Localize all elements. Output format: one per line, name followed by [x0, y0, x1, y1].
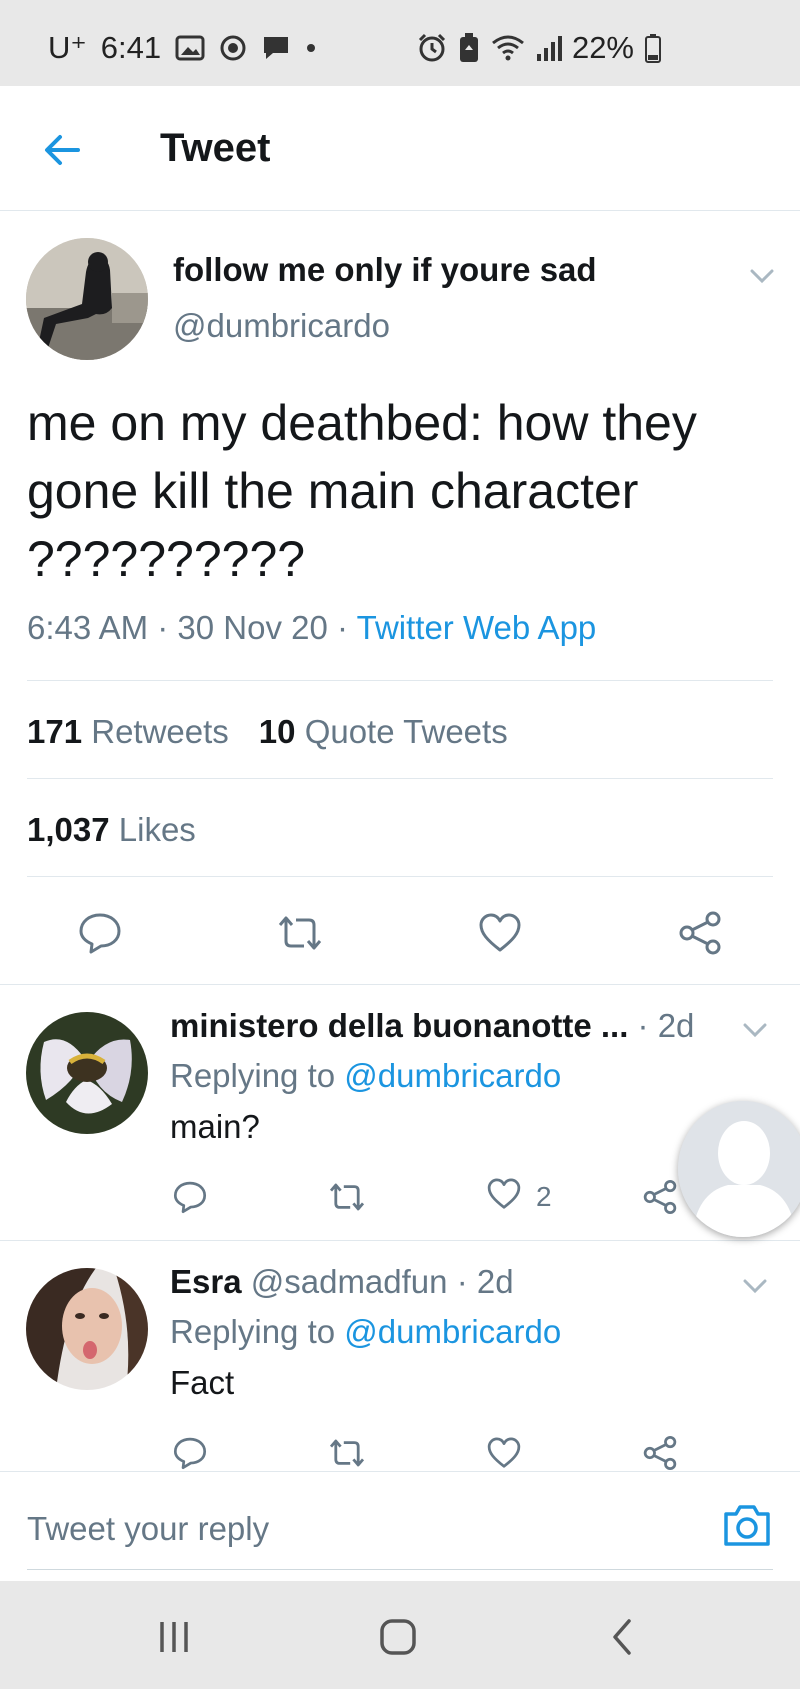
page-title: Tweet [160, 126, 271, 170]
like-icon[interactable] [486, 1433, 522, 1473]
chevron-down-icon[interactable] [738, 1269, 772, 1303]
author-avatar[interactable] [26, 238, 148, 360]
like-button[interactable]: 2 [486, 1177, 552, 1217]
share-icon[interactable] [674, 907, 726, 959]
recent-apps-icon[interactable] [150, 1613, 198, 1661]
carrier-icon: U⁺ [48, 30, 87, 65]
author-display-name[interactable]: follow me only if youre sad [173, 251, 597, 289]
quotes-count: 10 [258, 713, 296, 750]
reply-display-name[interactable]: Esra [170, 1263, 242, 1300]
tweet-meta: 6:43 AM · 30 Nov 20 · Twitter Web App [27, 609, 596, 647]
status-bar: U⁺ 6:41 22% [0, 0, 800, 86]
retweets-count: 171 [27, 713, 83, 750]
divider [27, 680, 773, 681]
like-icon [486, 1177, 522, 1218]
status-time: 6:41 [100, 30, 162, 65]
quotes-label: Quote Tweets [304, 713, 508, 750]
share-icon[interactable] [642, 1177, 678, 1217]
reply-icon[interactable] [172, 1433, 208, 1473]
section-divider [0, 1240, 800, 1241]
engagement-stats: 171 Retweets 10 Quote Tweets [27, 713, 508, 751]
reply-icon[interactable] [172, 1177, 208, 1217]
person-silhouette-icon [678, 1101, 800, 1237]
meta-separator: · [337, 609, 349, 646]
reply-time: · 2d [456, 1263, 514, 1300]
composer-underline [27, 1569, 773, 1570]
reply-text: main? [170, 1108, 260, 1145]
wifi-icon [490, 33, 526, 63]
likes-label: Likes [118, 811, 196, 848]
author-handle[interactable]: @dumbricardo [173, 307, 390, 345]
reply-handle[interactable]: @sadmadfun [251, 1263, 448, 1300]
dot-icon [305, 42, 317, 54]
retweet-icon[interactable] [326, 1177, 368, 1217]
back-icon[interactable] [598, 1613, 646, 1661]
tweet-source-link[interactable]: Twitter Web App [357, 609, 597, 646]
signal-icon [536, 34, 562, 62]
reply-display-name[interactable]: ministero della buonanotte ... [170, 1007, 628, 1044]
battery-saver-icon [458, 32, 480, 64]
retweet-icon[interactable] [274, 907, 326, 959]
replying-mention[interactable]: @dumbricardo [344, 1313, 561, 1350]
media-icon [219, 34, 247, 62]
chevron-down-icon[interactable] [745, 259, 779, 293]
tweet-text: me on my deathbed: how they gone kill th… [27, 395, 697, 587]
reply-composer[interactable]: Tweet your reply [0, 1471, 800, 1581]
status-right: 22% [416, 30, 662, 66]
replying-prefix: Replying to [170, 1313, 336, 1350]
tweet-date: 30 Nov 20 [177, 609, 328, 646]
chevron-down-icon[interactable] [738, 1013, 772, 1047]
replying-prefix: Replying to [170, 1057, 336, 1094]
reply-header: Esra @sadmadfun · 2d [170, 1263, 514, 1301]
likes-stat[interactable]: 1,037 Likes [27, 811, 196, 849]
image-icon [175, 35, 205, 61]
replying-to: Replying to @dumbricardo [170, 1313, 561, 1351]
camera-icon[interactable] [722, 1502, 772, 1548]
reply-header: ministero della buonanotte ... · 2d [170, 1007, 694, 1045]
home-icon[interactable] [374, 1613, 422, 1661]
reply-time: · 2d [637, 1007, 695, 1044]
reply-avatar[interactable] [26, 1012, 148, 1134]
back-arrow-icon[interactable] [38, 126, 86, 174]
battery-percent: 22% [571, 30, 634, 65]
floating-contact-bubble[interactable] [678, 1101, 800, 1237]
reply-icon[interactable] [74, 907, 126, 959]
section-divider [0, 984, 800, 985]
retweets-stat[interactable]: 171 Retweets [27, 713, 229, 751]
system-nav-bar [0, 1581, 800, 1689]
replying-to: Replying to @dumbricardo [170, 1057, 561, 1095]
retweet-icon[interactable] [326, 1433, 368, 1473]
likes-stats: 1,037 Likes [27, 811, 196, 849]
reply-text: Fact [170, 1364, 235, 1401]
battery-icon [644, 33, 662, 63]
retweets-label: Retweets [91, 713, 229, 750]
divider [27, 778, 773, 779]
alarm-icon [416, 32, 448, 64]
reply-input[interactable]: Tweet your reply [27, 1510, 269, 1548]
status-left: U⁺ 6:41 [48, 30, 317, 66]
quotes-stat[interactable]: 10 Quote Tweets [259, 713, 508, 751]
replying-mention[interactable]: @dumbricardo [344, 1057, 561, 1094]
tweet-time: 6:43 AM [27, 609, 149, 646]
like-count: 2 [536, 1181, 552, 1212]
divider [27, 876, 773, 877]
meta-separator: · [157, 609, 169, 646]
likes-count: 1,037 [27, 811, 110, 848]
chat-icon [261, 34, 291, 62]
like-icon[interactable] [474, 907, 526, 959]
reply-avatar[interactable] [26, 1268, 148, 1390]
app-header: Tweet [0, 86, 800, 211]
share-icon[interactable] [642, 1433, 678, 1473]
